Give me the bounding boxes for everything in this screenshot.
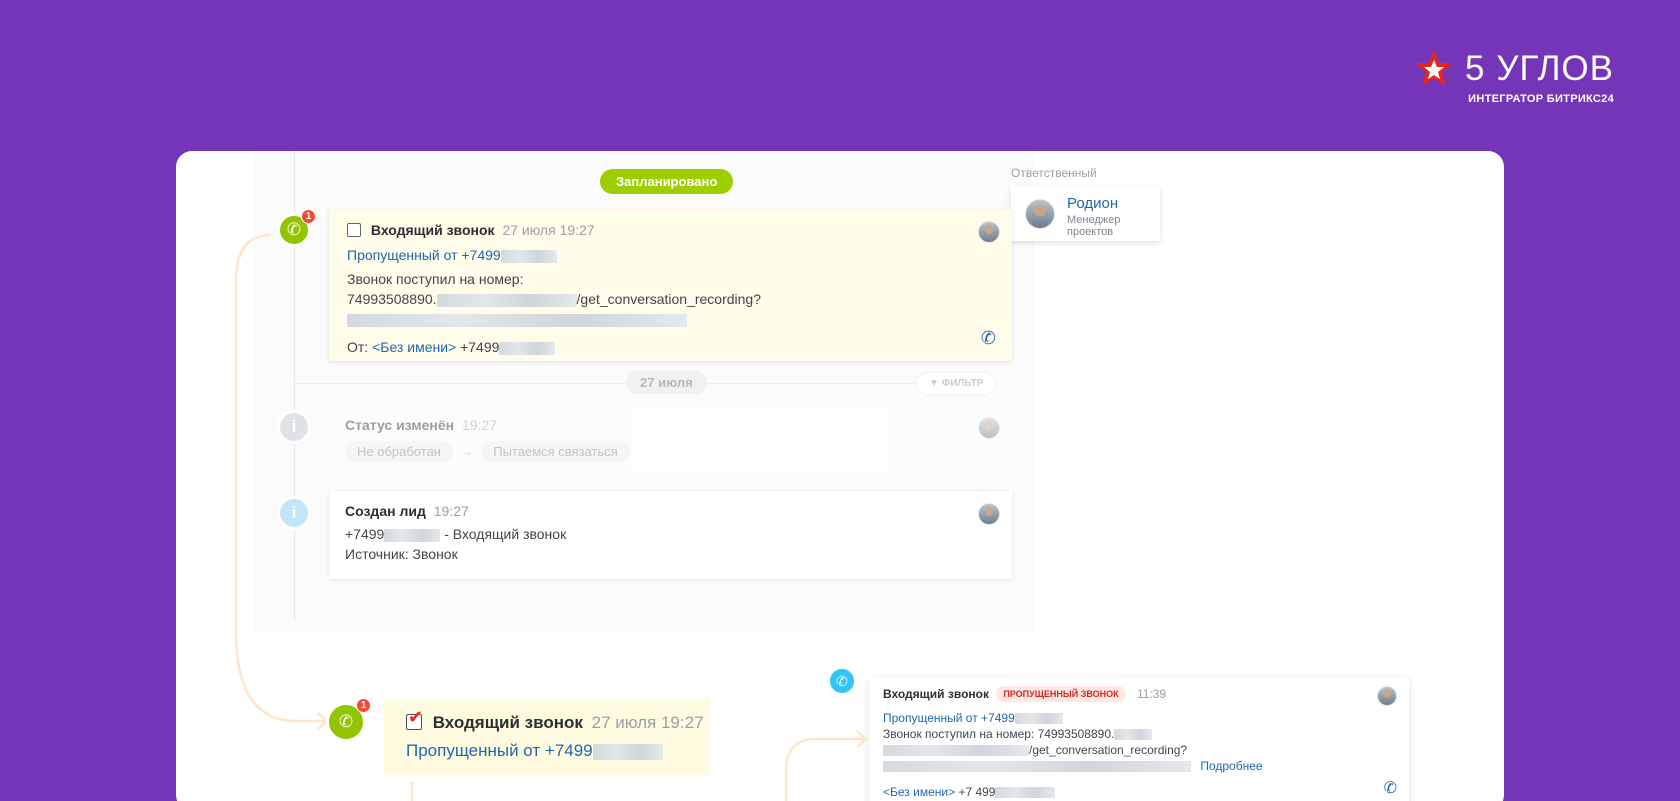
zoom-time: 27 июля 19:27 (591, 713, 704, 732)
call-node[interactable]: ✆ 1 (277, 209, 316, 247)
redacted-host (1114, 729, 1153, 741)
completed-checkbox[interactable] (406, 707, 423, 730)
planned-badge: Запланировано (600, 169, 734, 194)
call-to-label: Звонок поступил на номер: (347, 271, 524, 287)
responsible-label: Ответственный (1011, 166, 1097, 180)
date-divider (294, 383, 954, 384)
responsible-card[interactable]: Родион Менеджер проектов (1011, 186, 1160, 241)
call-phone-icon[interactable]: ✆ (981, 328, 996, 349)
main-panel: Запланировано Ответственный Родион Менед… (176, 151, 1504, 801)
missed-call-chip: ПРОПУЩЕННЫЙ ЗВОНОК (996, 686, 1126, 702)
zoom-title: Входящий звонок (432, 713, 583, 732)
status-to: Пытаемся связаться (481, 441, 630, 462)
responsible-role: Менеджер проектов (1067, 214, 1121, 238)
redacted-phone (592, 743, 663, 760)
arrow-right-icon: → (460, 444, 474, 459)
call-detail-from-phone: +7 499 (958, 785, 996, 799)
avatar (978, 417, 1000, 439)
call-node-cyan[interactable]: ✆ (827, 666, 857, 696)
zoomed-call-card: Входящий звонок 27 июля 19:27 Пропущенны… (384, 699, 710, 775)
call-time: 27 июля 19:27 (502, 222, 595, 238)
call-phone-icon[interactable]: ✆ (1384, 778, 1397, 798)
lead-phone: +7499 (345, 526, 385, 542)
call-detail-title: Входящий звонок (883, 687, 989, 701)
status-time: 19:27 (462, 417, 498, 433)
redacted-phone (1014, 713, 1063, 725)
redacted-phone (500, 249, 557, 263)
lead-title: Создан лид (345, 503, 426, 519)
from-name-link[interactable]: <Без имени> (372, 339, 456, 355)
from-label: От: (347, 339, 369, 355)
status-changed-card: Статус изменён 19:27 Не обработан → Пыта… (329, 405, 1012, 475)
more-link[interactable]: Подробнее (1200, 759, 1262, 773)
call-detail-card: Входящий звонок ПРОПУЩЕННЫЙ ЗВОНОК 11:39… (869, 677, 1409, 801)
info-icon: i (291, 417, 297, 436)
avatar (978, 221, 1000, 243)
lead-source: Источник: Звонок (345, 546, 458, 562)
from-phone: +7499 (460, 339, 500, 355)
call-number: 74993508890. (347, 291, 437, 307)
call-detail-time: 11:39 (1136, 687, 1167, 701)
star-logo-icon (1415, 50, 1454, 86)
date-separator: 27 июля (626, 371, 707, 394)
avatar (978, 503, 1000, 525)
call-node-zoomed[interactable]: ✆ 1 (326, 698, 371, 742)
call-detail-missed-link[interactable]: Пропущенный от +7499 (883, 711, 1015, 725)
redacted-host (883, 745, 1029, 757)
notification-badge: 1 (301, 209, 316, 224)
responsible-avatar (1025, 199, 1055, 229)
status-from: Не обработан (345, 441, 453, 462)
redacted-phone (995, 787, 1056, 799)
brand-subtitle: ИНТЕГРАТОР БИТРИКС24 (1468, 93, 1614, 105)
phone-icon: ✆ (286, 220, 302, 239)
status-title: Статус изменён (345, 417, 455, 433)
brand-logo: 5 УГЛОВ ИНТЕГРАТОР БИТРИКС24 (1413, 48, 1614, 105)
redacted-phone (384, 528, 441, 542)
complete-checkbox[interactable] (347, 223, 361, 237)
notification-badge: 1 (356, 698, 371, 713)
responsible-name[interactable]: Родион (1067, 195, 1160, 212)
call-activity-card: Входящий звонок 27 июля 19:27 Пропущенны… (329, 209, 1012, 361)
lead-time: 19:27 (433, 503, 469, 519)
filter-button[interactable]: ▼ ФИЛЬТР (916, 372, 997, 395)
info-icon: i (291, 503, 297, 522)
lead-created-card: Создан лид 19:27 +7499 - Входящий звонок… (329, 491, 1012, 579)
zoom-missed-link[interactable]: Пропущенный от +7499 (406, 741, 593, 760)
phone-icon: ✆ (338, 712, 354, 731)
filter-label: ФИЛЬТР (941, 378, 984, 389)
redacted-host (436, 293, 577, 307)
brand-title: 5 УГЛОВ (1465, 49, 1614, 88)
redacted-url (883, 761, 1191, 773)
lead-phone-suffix: - Входящий звонок (444, 526, 567, 542)
phone-icon: ✆ (836, 672, 848, 689)
call-detail-url: /get_conversation_recording? (1029, 743, 1188, 757)
info-node-grey: i (277, 410, 311, 444)
call-detail-to: Звонок поступил на номер: 74993508890. (883, 727, 1115, 741)
redacted-phone (499, 341, 556, 355)
avatar (1377, 686, 1397, 706)
call-url-suffix: /get_conversation_recording? (576, 291, 762, 307)
redacted-url (347, 313, 687, 327)
missed-call-link[interactable]: Пропущенный от +7499 (347, 247, 501, 263)
call-title: Входящий звонок (370, 222, 495, 238)
info-node-blue: i (277, 496, 311, 530)
filter-icon: ▼ (929, 378, 939, 389)
call-detail-from-link[interactable]: <Без имени> (883, 785, 955, 799)
